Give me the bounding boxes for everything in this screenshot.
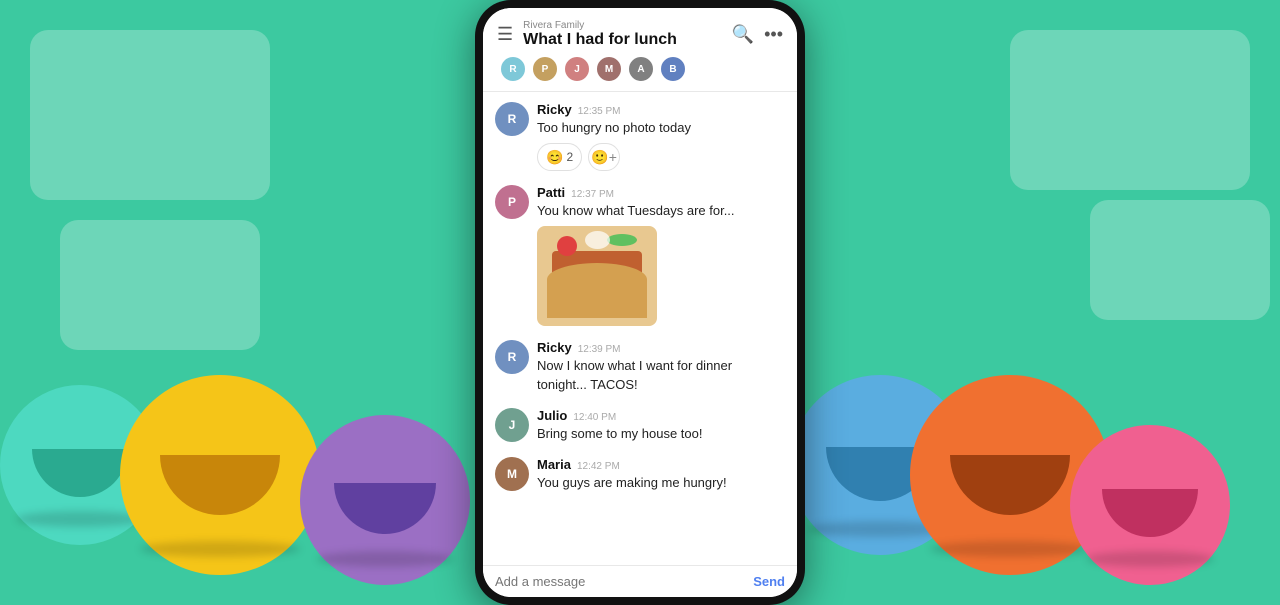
message-header: Maria 12:42 PM	[537, 457, 785, 472]
group-name: Rivera Family	[523, 20, 732, 31]
avatar-4[interactable]: M	[595, 55, 623, 83]
header-action-icons: 🔍 •••	[732, 24, 783, 45]
send-button[interactable]: Send	[753, 574, 785, 589]
avatar-1[interactable]: R	[499, 55, 527, 83]
message-header: Ricky 12:39 PM	[537, 340, 785, 355]
ball-yellow-face	[160, 455, 280, 515]
avatar-6[interactable]: B	[659, 55, 687, 83]
sender-avatar-ricky[interactable]: R	[495, 340, 529, 374]
message-input-bar: Send	[483, 565, 797, 597]
reaction-smile[interactable]: 😊 2	[537, 143, 582, 171]
deco-bubble-tl	[30, 30, 270, 200]
message-text: You know what Tuesdays are for...	[537, 202, 785, 220]
taco-green	[607, 234, 637, 246]
sender-avatar-julio[interactable]: J	[495, 408, 529, 442]
message-time: 12:42 PM	[577, 461, 620, 472]
ball-pink-shadow	[1086, 551, 1214, 567]
member-avatars: R P J M A B	[497, 55, 783, 83]
message-text: Too hungry no photo today	[537, 119, 785, 137]
sender-avatar-patti[interactable]: P	[495, 185, 529, 219]
message-sender: Patti	[537, 185, 565, 200]
reaction-emoji: 😊	[546, 149, 563, 166]
message-row: M Maria 12:42 PM You guys are making me …	[495, 457, 785, 492]
ball-teal-shadow	[16, 511, 144, 527]
message-row: J Julio 12:40 PM Bring some to my house …	[495, 408, 785, 443]
add-reaction-button[interactable]: 🙂+	[588, 143, 620, 171]
message-time: 12:39 PM	[578, 344, 621, 355]
more-options-icon[interactable]: •••	[764, 24, 783, 45]
message-time: 12:37 PM	[571, 189, 614, 200]
message-body: Maria 12:42 PM You guys are making me hu…	[537, 457, 785, 492]
add-reaction-icon: 🙂+	[591, 149, 617, 166]
food-image	[537, 226, 657, 326]
ball-orange-face	[950, 455, 1070, 515]
message-sender: Julio	[537, 408, 567, 423]
ball-yellow-shadow	[140, 541, 300, 557]
message-row: R Ricky 12:39 PM Now I know what I want …	[495, 340, 785, 393]
message-sender: Maria	[537, 457, 571, 472]
menu-icon[interactable]: ☰	[497, 24, 513, 45]
message-input[interactable]	[495, 574, 753, 589]
ball-teal-face	[32, 449, 128, 497]
sender-avatar-maria[interactable]: M	[495, 457, 529, 491]
deco-bubble-bl	[60, 220, 260, 350]
message-sender: Ricky	[537, 340, 572, 355]
taco-white	[585, 231, 610, 249]
reactions-row: 😊 2 🙂+	[537, 143, 785, 171]
message-header: Ricky 12:35 PM	[537, 102, 785, 117]
message-time: 12:40 PM	[573, 412, 616, 423]
message-body: Ricky 12:39 PM Now I know what I want fo…	[537, 340, 785, 393]
chat-header: ☰ Rivera Family What I had for lunch 🔍 •…	[483, 8, 797, 92]
ball-orange-shadow	[930, 541, 1090, 557]
avatar-3[interactable]: J	[563, 55, 591, 83]
sender-avatar-ricky[interactable]: R	[495, 102, 529, 136]
ball-purple-shadow	[317, 551, 453, 567]
message-text: Bring some to my house too!	[537, 425, 785, 443]
phone: ☰ Rivera Family What I had for lunch 🔍 •…	[475, 0, 805, 605]
message-text: You guys are making me hungry!	[537, 474, 785, 492]
message-row: R Ricky 12:35 PM Too hungry no photo tod…	[495, 102, 785, 171]
avatar-5[interactable]: A	[627, 55, 655, 83]
ball-yellow	[120, 375, 320, 575]
phone-screen: ☰ Rivera Family What I had for lunch 🔍 •…	[483, 8, 797, 597]
message-time: 12:35 PM	[578, 106, 621, 117]
message-body: Julio 12:40 PM Bring some to my house to…	[537, 408, 785, 443]
message-body: Ricky 12:35 PM Too hungry no photo today…	[537, 102, 785, 171]
ball-pink	[1070, 425, 1230, 585]
ball-pink-face	[1102, 489, 1198, 537]
message-text: Now I know what I want for dinner tonigh…	[537, 357, 785, 393]
messages-list: R Ricky 12:35 PM Too hungry no photo tod…	[483, 92, 797, 565]
ball-purple-face	[334, 483, 436, 534]
avatar-2[interactable]: P	[531, 55, 559, 83]
deco-bubble-br	[1090, 200, 1270, 320]
taco-shell	[547, 263, 647, 318]
ball-purple	[300, 415, 470, 585]
message-header: Julio 12:40 PM	[537, 408, 785, 423]
message-sender: Ricky	[537, 102, 572, 117]
message-body: Patti 12:37 PM You know what Tuesdays ar…	[537, 185, 785, 326]
deco-bubble-tr	[1010, 30, 1250, 190]
header-titles: Rivera Family What I had for lunch	[523, 20, 732, 49]
reaction-count: 2	[566, 150, 573, 164]
channel-title: What I had for lunch	[523, 31, 732, 49]
search-icon[interactable]: 🔍	[732, 24, 754, 45]
message-row: P Patti 12:37 PM You know what Tuesdays …	[495, 185, 785, 326]
message-header: Patti 12:37 PM	[537, 185, 785, 200]
